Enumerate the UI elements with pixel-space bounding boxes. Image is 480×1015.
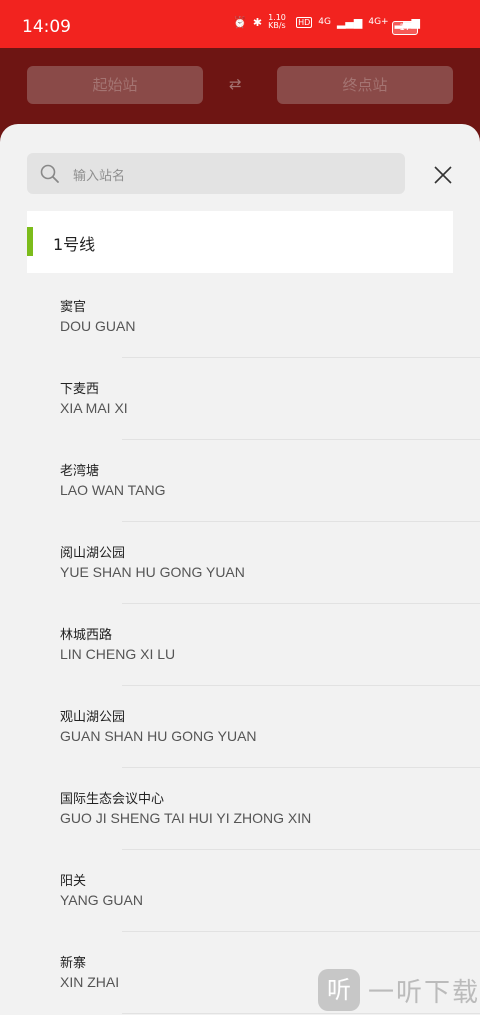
line-color-bar — [27, 227, 33, 256]
station-name-cn: 下麦西 — [60, 382, 100, 397]
station-item[interactable]: 老湾塘 LAO WAN TANG — [0, 440, 480, 522]
hd-icon: HD — [296, 16, 313, 28]
station-name-pinyin: XIA MAI XI — [60, 400, 128, 416]
search-placeholder: 输入站名 — [73, 169, 126, 184]
status-bar: 14:09 ⏰ ✱ 1.10 KB/s HD 4G ▂▄▆ 4G+ ▂▄▆ 17 — [0, 0, 480, 48]
route-selector-bar: 起始站 ⇄ 终点站 — [0, 48, 480, 128]
start-station-button[interactable]: 起始站 — [27, 66, 203, 104]
end-station-button[interactable]: 终点站 — [277, 66, 453, 104]
station-name-pinyin: YUE SHAN HU GONG YUAN — [60, 564, 245, 580]
station-item[interactable]: 窦官 DOU GUAN — [0, 276, 480, 358]
station-item[interactable]: 观山湖公园 GUAN SHAN HU GONG YUAN — [0, 686, 480, 768]
net-speed: 1.10 KB/s — [268, 13, 286, 30]
station-name-pinyin: GUO JI SHENG TAI HUI YI ZHONG XIN — [60, 810, 312, 826]
station-name-cn: 老湾塘 — [60, 464, 100, 479]
alarm-icon: ⏰ — [233, 15, 247, 29]
station-name-cn: 国际生态会议中心 — [60, 792, 165, 807]
station-name-cn: 林城西路 — [60, 628, 113, 643]
station-name-pinyin: LIN CHENG XI LU — [60, 646, 176, 662]
station-list: 窦官 DOU GUAN 下麦西 XIA MAI XI 老湾塘 LAO WAN TANG 阅山… — [0, 276, 480, 1014]
swap-icon[interactable]: ⇄ — [229, 75, 242, 93]
status-time: 14:09 — [22, 17, 71, 37]
signal-icon: ▂▄▆ — [336, 15, 363, 29]
station-item[interactable]: 阅山湖公园 YUE SHAN HU GONG YUAN — [0, 522, 480, 604]
line-name: 1号线 — [53, 235, 96, 254]
station-name-cn: 新寨 — [60, 956, 87, 971]
net1-label: 4G — [318, 17, 331, 27]
station-name-pinyin: DOU GUAN — [60, 318, 136, 334]
station-name-cn: 阅山湖公园 — [60, 546, 126, 561]
station-name-cn: 阳关 — [60, 874, 87, 889]
search-input[interactable]: 输入站名 — [27, 153, 405, 194]
bluetooth-icon: ✱ — [252, 15, 263, 29]
watermark: 听 一听下载 — [318, 966, 480, 1014]
station-item[interactable]: 国际生态会议中心 GUO JI SHENG TAI HUI YI ZHONG XI… — [0, 768, 480, 850]
watermark-text: 一听下载 — [368, 977, 480, 1008]
station-item[interactable]: 下麦西 XIA MAI XI — [0, 358, 480, 440]
station-name-pinyin: XIN ZHAI — [60, 974, 120, 990]
station-item[interactable]: 阳关 YANG GUAN — [0, 850, 480, 932]
station-name-cn: 窦官 — [60, 300, 87, 315]
station-picker-sheet: 输入站名 1号线 窦官 DOU GUAN 下麦西 XIA MAI XI 老湾塘 LAO W… — [0, 124, 480, 1015]
station-name-cn: 观山湖公园 — [60, 710, 126, 725]
station-item[interactable]: 林城西路 LIN CHENG XI LU — [0, 604, 480, 686]
watermark-logo: 听 — [318, 969, 360, 1011]
line-header[interactable]: 1号线 — [27, 211, 453, 273]
station-name-pinyin: GUAN SHAN HU GONG YUAN — [60, 728, 257, 744]
net2-label: 4G+ — [368, 17, 389, 27]
search-icon — [40, 164, 59, 183]
battery-icon: 17 — [392, 21, 418, 35]
station-name-pinyin: YANG GUAN — [60, 892, 143, 908]
station-name-pinyin: LAO WAN TANG — [60, 482, 166, 498]
close-icon[interactable] — [432, 164, 454, 186]
